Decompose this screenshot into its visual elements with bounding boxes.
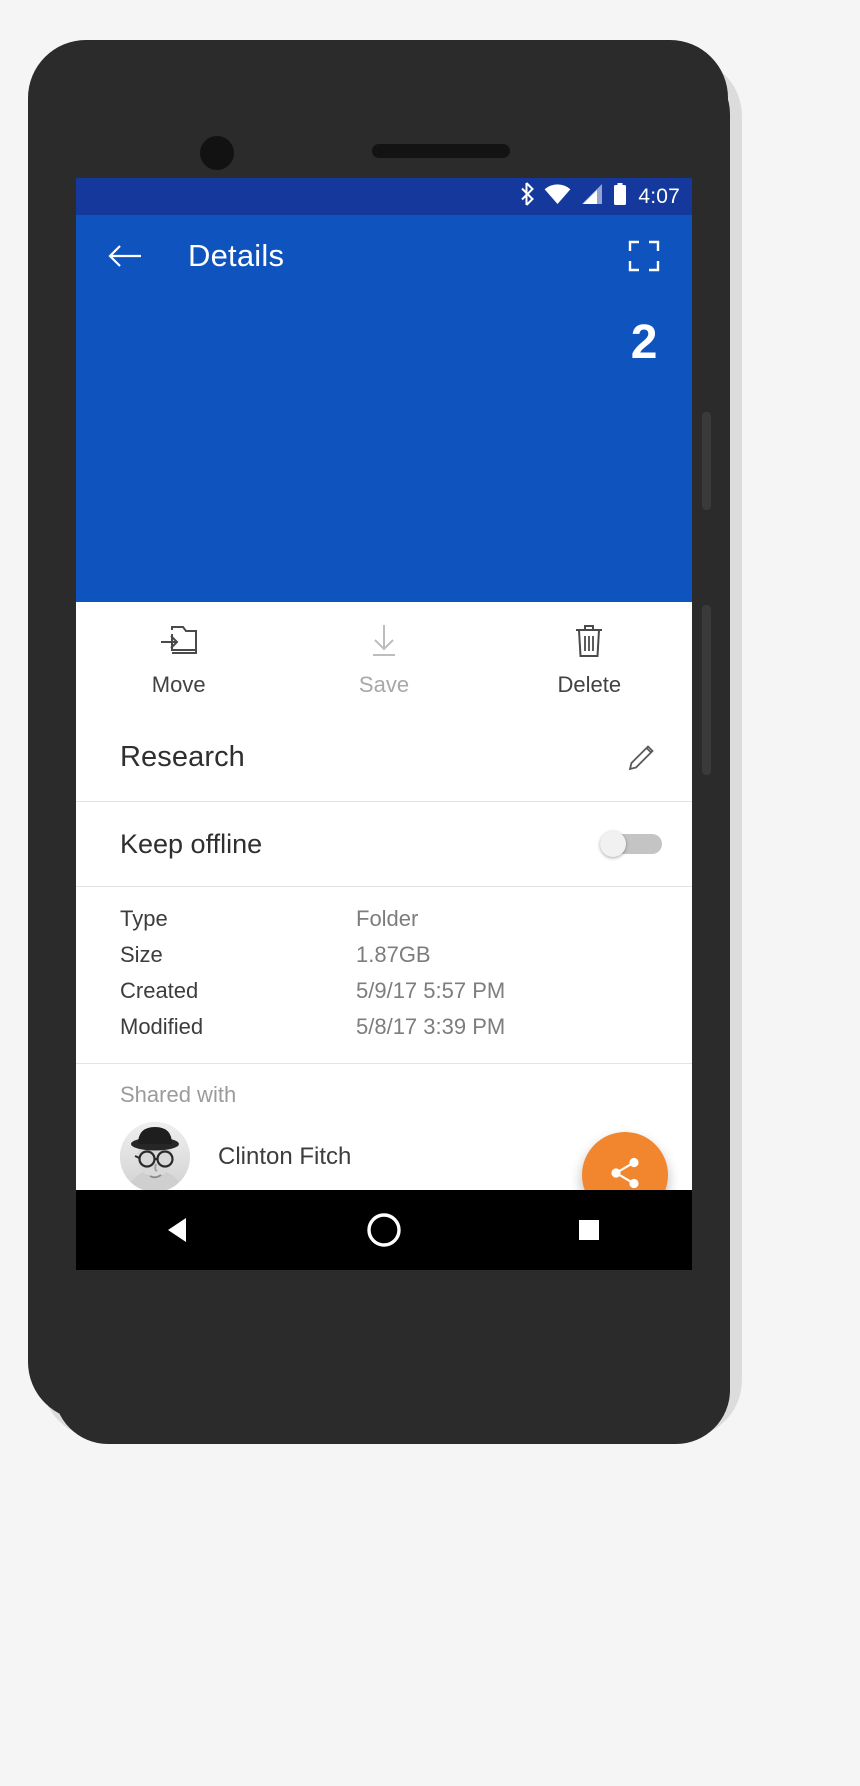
move-button-label: Move bbox=[151, 672, 206, 697]
save-button-label: Save bbox=[358, 672, 410, 697]
metadata-key: Modified bbox=[120, 1014, 204, 1039]
metadata-key: Size bbox=[120, 942, 163, 967]
cellular-signal-icon bbox=[580, 183, 604, 210]
keep-offline-label: Keep offline bbox=[120, 828, 263, 859]
status-bar: 4:07 bbox=[76, 178, 692, 215]
item-title-row: Research bbox=[76, 713, 692, 801]
save-button[interactable]: Save bbox=[281, 602, 486, 712]
metadata-key: Created bbox=[120, 978, 199, 1003]
front-camera-icon bbox=[200, 136, 234, 170]
keep-offline-toggle[interactable] bbox=[600, 831, 662, 857]
android-nav-bar bbox=[76, 1190, 692, 1270]
pencil-icon[interactable] bbox=[622, 737, 662, 777]
page-title: Details bbox=[188, 238, 285, 273]
move-button[interactable]: Move bbox=[76, 602, 281, 712]
item-count-badge: 2 bbox=[630, 316, 658, 369]
toggle-thumb bbox=[600, 831, 626, 857]
recents-square-icon bbox=[579, 1220, 600, 1240]
metadata-value: Folder bbox=[356, 906, 419, 931]
table-row: Type Folder bbox=[76, 901, 692, 937]
back-triangle-icon bbox=[167, 1218, 186, 1242]
move-to-folder-icon bbox=[159, 622, 199, 660]
avatar bbox=[120, 1122, 190, 1192]
wifi-icon bbox=[544, 183, 571, 210]
trash-icon bbox=[574, 622, 604, 660]
power-button[interactable] bbox=[702, 605, 711, 775]
shared-with-label: Shared with bbox=[120, 1082, 237, 1107]
table-row: Created 5/9/17 5:57 PM bbox=[76, 973, 692, 1009]
nav-home-button[interactable] bbox=[339, 1200, 429, 1260]
battery-icon bbox=[613, 182, 627, 211]
download-arrow-icon bbox=[367, 622, 401, 660]
back-button[interactable] bbox=[102, 233, 148, 279]
shared-person-name: Clinton Fitch bbox=[218, 1143, 352, 1170]
keep-offline-row[interactable]: Keep offline bbox=[76, 802, 692, 886]
nav-back-button[interactable] bbox=[134, 1200, 224, 1260]
volume-button[interactable] bbox=[702, 412, 711, 510]
metadata-value: 1.87GB bbox=[356, 942, 431, 967]
nav-recents-button[interactable] bbox=[544, 1200, 634, 1260]
phone-screen: 4:07 Details 2 Move Save Delete Research… bbox=[76, 178, 692, 1270]
delete-button-label: Delete bbox=[557, 672, 622, 697]
app-bar: Details bbox=[76, 215, 692, 297]
bluetooth-icon bbox=[518, 182, 535, 211]
fullscreen-icon[interactable] bbox=[624, 236, 664, 276]
preview-area: 2 bbox=[76, 297, 692, 602]
table-row: Size 1.87GB bbox=[76, 937, 692, 973]
home-circle-icon bbox=[367, 1213, 401, 1247]
metadata-value: 5/9/17 5:57 PM bbox=[356, 978, 506, 1003]
table-row: Modified 5/8/17 3:39 PM bbox=[76, 1009, 692, 1045]
status-bar-time: 4:07 bbox=[638, 185, 680, 208]
delete-button[interactable]: Delete bbox=[487, 602, 692, 712]
earpiece-speaker bbox=[372, 144, 510, 158]
metadata-value: 5/8/17 3:39 PM bbox=[356, 1014, 506, 1039]
action-row: Move Save Delete bbox=[76, 602, 692, 713]
metadata-table: Type Folder Size 1.87GB Created 5/9/17 5… bbox=[76, 887, 692, 1063]
item-title: Research bbox=[120, 740, 245, 773]
metadata-key: Type bbox=[120, 906, 168, 931]
